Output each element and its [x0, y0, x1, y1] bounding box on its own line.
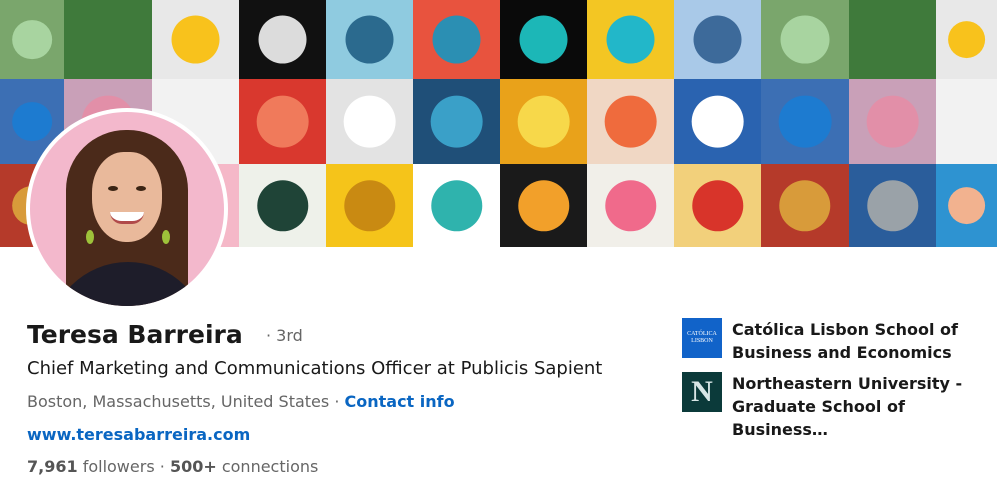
- banner-tile: [761, 79, 849, 164]
- profile-name: Teresa Barreira: [27, 320, 243, 349]
- profile-photo[interactable]: [26, 108, 228, 310]
- banner-motif: [256, 179, 309, 232]
- banner-tile: [849, 79, 936, 164]
- connection-degree: · 3rd: [266, 326, 303, 345]
- banner-motif: [343, 95, 396, 148]
- avatar: [30, 112, 224, 306]
- banner-tile: [500, 0, 587, 79]
- banner-tile: [587, 164, 674, 247]
- banner-tile: [674, 79, 761, 164]
- education-school-name: Northeastern University - Graduate Schoo…: [732, 374, 963, 439]
- banner-motif: [606, 15, 655, 64]
- banner-tile: [413, 0, 500, 79]
- banner-motif: [866, 95, 919, 148]
- catolica-logo-icon: CATÓLICA LISBON: [682, 318, 722, 358]
- education-item-catolica[interactable]: CATÓLICA LISBON Católica Lisbon School o…: [682, 318, 982, 364]
- banner-tile: [500, 164, 587, 247]
- banner-motif: [947, 186, 986, 225]
- banner-tile: [413, 164, 500, 247]
- banner-tile: [849, 0, 936, 79]
- banner-motif: [343, 179, 396, 232]
- banner-tile: [936, 164, 997, 247]
- connections-label: connections: [221, 457, 319, 476]
- banner-motif: [779, 179, 831, 232]
- banner-tile: [326, 0, 413, 79]
- followers-label: followers: [82, 457, 155, 476]
- banner-tile: [761, 164, 849, 247]
- connections-link[interactable]: 500+ connections: [170, 457, 318, 476]
- banner-tile: [326, 79, 413, 164]
- banner-tile: [239, 79, 326, 164]
- banner-motif: [778, 95, 832, 148]
- separator: ·: [334, 392, 340, 411]
- banner-motif: [430, 95, 483, 148]
- banner-motif: [430, 179, 483, 232]
- banner-tile: [500, 79, 587, 164]
- banner-tile: [0, 0, 64, 79]
- banner-tile: [761, 0, 849, 79]
- banner-tile: [587, 0, 674, 79]
- banner-tile: [239, 164, 326, 247]
- banner-tile: [674, 0, 761, 79]
- northeastern-logo-icon: N: [682, 372, 722, 412]
- banner-motif: [604, 179, 657, 232]
- banner-tile: [326, 164, 413, 247]
- banner-motif: [171, 15, 220, 64]
- banner-tile: [152, 0, 239, 79]
- banner-tile: [239, 0, 326, 79]
- banner-motif: [866, 179, 919, 232]
- banner-motif: [780, 15, 830, 64]
- banner-tile: [674, 164, 761, 247]
- banner-motif: [256, 95, 309, 148]
- banner-motif: [691, 179, 744, 232]
- banner-tile: [64, 0, 152, 79]
- profile-location: Boston, Massachusetts, United States: [27, 392, 330, 411]
- stats-separator: ·: [159, 457, 165, 476]
- banner-motif: [517, 95, 570, 148]
- banner-tile: [936, 0, 997, 79]
- banner-motif: [432, 15, 481, 64]
- banner-motif: [517, 179, 570, 232]
- banner-motif: [258, 15, 307, 64]
- banner-motif: [12, 19, 52, 60]
- education-item-northeastern[interactable]: N Northeastern University - Graduate Sch…: [682, 372, 982, 441]
- connections-count: 500+: [169, 457, 217, 476]
- banner-motif: [691, 95, 744, 148]
- profile-headline: Chief Marketing and Communications Offic…: [27, 358, 603, 379]
- banner-tile: [587, 79, 674, 164]
- location-row: Boston, Massachusetts, United States · C…: [27, 392, 455, 411]
- banner-motif: [947, 20, 986, 59]
- banner-tile: [936, 79, 997, 164]
- contact-info-link[interactable]: Contact info: [345, 392, 455, 411]
- banner-motif: [604, 95, 657, 148]
- banner-motif: [345, 15, 394, 64]
- website-link[interactable]: www.teresabarreira.com: [27, 425, 250, 444]
- banner-motif: [519, 15, 568, 64]
- banner-tile: [849, 164, 936, 247]
- followers-count: 7,961: [27, 457, 78, 476]
- banner-motif: [693, 15, 742, 64]
- banner-tile: [413, 79, 500, 164]
- banner-motif: [12, 101, 52, 142]
- network-stats: 7,961 followers · 500+ connections: [27, 457, 318, 476]
- education-school-name: Católica Lisbon School of Business and E…: [732, 320, 958, 362]
